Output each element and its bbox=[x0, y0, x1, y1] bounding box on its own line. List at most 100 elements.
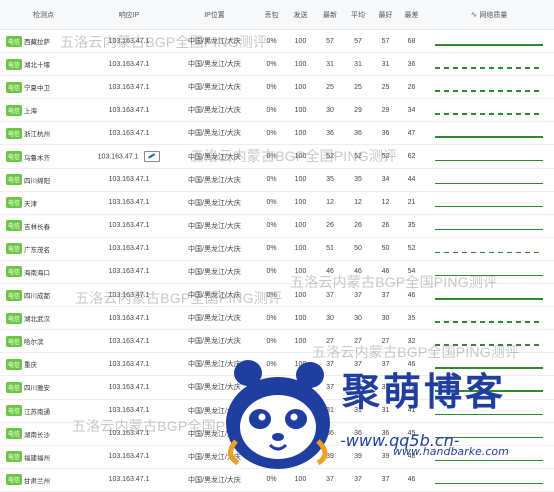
city-name: 乌鲁木齐 bbox=[24, 154, 51, 162]
col-header-worst: 最差 bbox=[399, 0, 424, 30]
cell-point: 电信 湖南长沙 bbox=[0, 422, 87, 446]
table-row[interactable]: 电信 浙江杭州 103.163.47.1 中国/黑龙江/大庆 0% 100 36 36 36 47 bbox=[0, 121, 554, 146]
cell-latest: 46 bbox=[316, 260, 344, 285]
cell-avg: 50 bbox=[344, 237, 372, 261]
quality-sparkline bbox=[435, 215, 543, 237]
city-name: 甘肃兰州 bbox=[24, 477, 51, 485]
cell-point: 电信 宁夏中卫 bbox=[0, 75, 87, 100]
cell-sent: 100 bbox=[285, 144, 316, 169]
cell-loss: 0% bbox=[258, 306, 285, 331]
cell-location: 中国/黑龙江/大庆 bbox=[171, 75, 258, 100]
table-row[interactable]: 电信 天津 103.163.47.1 中国/黑龙江/大庆 0% 100 12 12 12 21 bbox=[0, 191, 554, 215]
cell-worst: 34 bbox=[399, 98, 424, 123]
cell-location: 中国/黑龙江/大庆 bbox=[171, 121, 258, 146]
cell-worst: 54 bbox=[399, 260, 424, 285]
cell-sent: 100 bbox=[285, 98, 316, 123]
cell-quality bbox=[424, 52, 554, 77]
cell-ip: 103.163.47.1 bbox=[87, 445, 171, 469]
cell-loss: 0% bbox=[258, 144, 285, 169]
cell-latest: 52 bbox=[316, 144, 344, 169]
table-row[interactable]: 电信 湖北十堰 103.163.47.1 中国/黑龙江/大庆 0% 100 31 31 31 36 bbox=[0, 52, 554, 77]
cell-quality bbox=[424, 144, 554, 169]
cell-point: 电信 乌鲁木齐 bbox=[0, 144, 87, 169]
cell-worst: 35 bbox=[399, 214, 424, 238]
cell-loss: 0% bbox=[258, 121, 285, 146]
cell-ip: 103.163.47.1 bbox=[87, 98, 171, 123]
table-row[interactable]: 电信 广东茂名 103.163.47.1 中国/黑龙江/大庆 0% 100 51 50 50 52 bbox=[0, 237, 554, 261]
cell-avg: 29 bbox=[344, 98, 372, 123]
cell-loss: 0% bbox=[258, 214, 285, 238]
cell-sent: 100 bbox=[285, 52, 316, 77]
cell-ip: 103.163.47.1 bbox=[87, 144, 171, 169]
quality-sparkline bbox=[435, 30, 543, 52]
cell-latest: 31 bbox=[316, 52, 344, 77]
table-header-row: 检测点 响应IP IP位置 丢包 发送 最新 平均 最好 最差 ∿ 网络质量 bbox=[0, 0, 554, 30]
table-row[interactable]: 电信 西藏拉萨 103.163.47.1 中国/黑龙江/大庆 0% 100 57 57 57 68 bbox=[0, 29, 554, 54]
cell-worst: 21 bbox=[399, 191, 424, 215]
cell-latest: 37 bbox=[316, 468, 344, 492]
cell-avg: 26 bbox=[344, 214, 372, 238]
ip-text: 103.163.47.1 bbox=[108, 383, 150, 391]
cell-sent: 100 bbox=[285, 306, 316, 331]
cell-sent: 100 bbox=[285, 121, 316, 146]
city-name: 宁夏中卫 bbox=[24, 85, 51, 93]
isp-badge: 电信 bbox=[6, 104, 23, 116]
col-header-latest: 最新 bbox=[316, 0, 344, 30]
cell-ip: 103.163.47.1 bbox=[87, 29, 171, 54]
cell-ip: 103.163.47.1 bbox=[87, 260, 171, 285]
ip-text: 103.163.47.1 bbox=[108, 199, 150, 207]
table-row[interactable]: 电信 海南海口 103.163.47.1 中国/黑龙江/大庆 0% 100 46 46 46 54 bbox=[0, 260, 554, 285]
cell-point: 电信 湖北十堰 bbox=[0, 52, 87, 77]
cell-location: 中国/黑龙江/大庆 bbox=[171, 29, 258, 54]
table-row[interactable]: 电信 宁夏中卫 103.163.47.1 中国/黑龙江/大庆 0% 100 25 25 25 26 bbox=[0, 75, 554, 100]
cell-ip: 103.163.47.1 bbox=[87, 168, 171, 192]
table-row[interactable]: 电信 四川成都 103.163.47.1 中国/黑龙江/大庆 0% 100 37 37 37 46 bbox=[0, 283, 554, 308]
city-name: 四川雅安 bbox=[24, 385, 51, 393]
quality-sparkline bbox=[435, 146, 543, 168]
cell-avg: 57 bbox=[344, 29, 372, 54]
cell-location: 中国/黑龙江/大庆 bbox=[171, 283, 258, 308]
cell-avg: 35 bbox=[344, 168, 372, 192]
table-row[interactable]: 电信 甘肃兰州 103.163.47.1 中国/黑龙江/大庆 0% 100 37 37 37 46 bbox=[0, 468, 554, 492]
col-header-quality: ∿ 网络质量 bbox=[424, 0, 554, 30]
ip-text: 103.163.47.1 bbox=[108, 360, 150, 368]
table-row[interactable]: 电信 吉林长春 103.163.47.1 中国/黑龙江/大庆 0% 100 26 26 26 35 bbox=[0, 214, 554, 238]
cell-sent: 100 bbox=[285, 468, 316, 492]
cell-best: 29 bbox=[372, 98, 399, 123]
cell-location: 中国/黑龙江/大庆 bbox=[171, 144, 258, 169]
table-row[interactable]: 电信 上海 103.163.47.1 中国/黑龙江/大庆 0% 100 30 29 29 34 bbox=[0, 98, 554, 123]
quality-sparkline bbox=[435, 238, 543, 260]
isp-badge: 电信 bbox=[6, 474, 23, 486]
cell-quality bbox=[424, 260, 554, 285]
cell-location: 中国/黑龙江/大庆 bbox=[171, 98, 258, 123]
cell-worst: 62 bbox=[399, 144, 424, 169]
cell-sent: 100 bbox=[285, 214, 316, 238]
cell-quality bbox=[424, 214, 554, 238]
quality-sparkline bbox=[435, 469, 543, 491]
quality-sparkline bbox=[435, 261, 543, 283]
table-row[interactable]: 电信 乌鲁木齐 103.163.47.1 中国/黑龙江/大庆 0% 100 52 52 52 62 bbox=[0, 144, 554, 169]
city-name: 湖南长沙 bbox=[24, 431, 51, 439]
site-logo: 聚萌博客 -www.qq5b.cn- www.handbarke.com bbox=[218, 345, 554, 471]
cell-quality bbox=[424, 237, 554, 261]
logo-small-url: www.handbarke.com bbox=[393, 445, 509, 458]
city-name: 湖北武汉 bbox=[24, 316, 51, 324]
cell-best: 31 bbox=[372, 52, 399, 77]
ip-text: 103.163.47.1 bbox=[108, 291, 150, 299]
ip-text: 103.163.47.1 bbox=[108, 222, 150, 230]
cell-quality bbox=[424, 468, 554, 492]
cell-location: 中国/黑龙江/大庆 bbox=[171, 168, 258, 192]
isp-badge: 电信 bbox=[6, 220, 23, 232]
cell-ip: 103.163.47.1 bbox=[87, 375, 171, 400]
table-row[interactable]: 电信 湖北武汉 103.163.47.1 中国/黑龙江/大庆 0% 100 30 30 30 35 bbox=[0, 306, 554, 331]
col-header-avg: 平均 bbox=[344, 0, 372, 30]
cell-point: 电信 广东茂名 bbox=[0, 237, 87, 261]
cell-latest: 57 bbox=[316, 29, 344, 54]
cell-quality bbox=[424, 306, 554, 331]
wrench-icon[interactable] bbox=[144, 151, 161, 163]
table-row[interactable]: 电信 四川绵阳 103.163.47.1 中国/黑龙江/大庆 0% 100 35 35 34 44 bbox=[0, 168, 554, 192]
city-name: 吉林长春 bbox=[24, 223, 51, 231]
quality-sparkline bbox=[435, 284, 543, 306]
cell-ip: 103.163.47.1 bbox=[87, 352, 171, 377]
cell-ip: 103.163.47.1 bbox=[87, 75, 171, 100]
